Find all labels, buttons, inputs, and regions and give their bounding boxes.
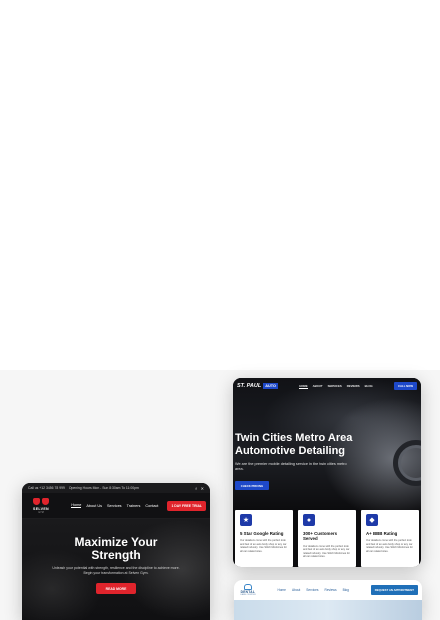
auto-nav-home[interactable]: HOME bbox=[299, 384, 308, 389]
auto-nav-services[interactable]: SERVICES bbox=[328, 384, 342, 389]
auto-navbar: ST. PAUL AUTO HOME ABOUT SERVICES REVIEW… bbox=[233, 378, 421, 394]
free-trial-button[interactable]: 1 DAY FREE TRIAL bbox=[167, 500, 206, 511]
twitter-icon[interactable]: ✕ bbox=[201, 486, 204, 491]
auto-logo[interactable]: ST. PAUL AUTO bbox=[237, 383, 278, 389]
feature-card: ★ 5 Star Google Rating Our detailers com… bbox=[235, 510, 293, 567]
star-icon: ★ bbox=[240, 514, 252, 526]
gym-navbar: SELVEN GYM Home About Us Services Traine… bbox=[22, 493, 210, 519]
gym-nav-home[interactable]: Home bbox=[71, 503, 82, 508]
gym-nav-contact[interactable]: Contact bbox=[145, 504, 158, 508]
feature-card: ◆ A+ BBB Rating Our detailers come with … bbox=[361, 510, 419, 567]
gym-headline: Maximize Your Strength bbox=[74, 535, 158, 562]
auto-feature-cards: ★ 5 Star Google Rating Our detailers com… bbox=[235, 510, 419, 567]
dental-nav-reviews[interactable]: Reviews bbox=[325, 588, 337, 592]
gym-tagline: Unleash your potential with strength, re… bbox=[52, 566, 180, 575]
car-wheel-graphic bbox=[393, 440, 421, 486]
gym-logo[interactable]: SELVEN GYM bbox=[28, 497, 54, 514]
auto-nav-reviews[interactable]: REVIEWS bbox=[347, 384, 360, 389]
facebook-icon[interactable]: f bbox=[196, 486, 197, 491]
auto-nav-blog[interactable]: BLOG bbox=[365, 384, 373, 389]
dental-nav-home[interactable]: Home bbox=[277, 588, 286, 592]
gym-phone: Call us +12 3456 78 999 bbox=[28, 486, 65, 490]
auto-tagline: We are the premier mobile detailing serv… bbox=[235, 462, 347, 471]
badge-icon: ◆ bbox=[366, 514, 378, 526]
gym-hours: Opening Hours Mon - Sun 8:30am To 11:00p… bbox=[68, 486, 139, 490]
user-icon: ● bbox=[303, 514, 315, 526]
gym-hero: Maximize Your Strength Unleash your pote… bbox=[22, 519, 210, 620]
request-appointment-button[interactable]: REQUEST AN APPOINTMENT bbox=[370, 585, 418, 595]
dental-logo[interactable]: DENTAL CARE CENTER bbox=[240, 584, 256, 596]
dental-navbar: DENTAL CARE CENTER Home About Services R… bbox=[234, 580, 422, 600]
gym-website-thumbnail[interactable]: Call us +12 3456 78 999 Opening Hours Mo… bbox=[22, 483, 210, 620]
call-now-button[interactable]: CALL NOW bbox=[393, 382, 417, 390]
dental-nav-about[interactable]: About bbox=[292, 588, 300, 592]
gym-nav-about[interactable]: About Us bbox=[86, 504, 102, 508]
check-pricing-button[interactable]: CHECK PRICING bbox=[235, 481, 269, 490]
dental-nav-blog[interactable]: Blog bbox=[343, 588, 349, 592]
gym-nav-services[interactable]: Services bbox=[107, 504, 122, 508]
gym-topbar: Call us +12 3456 78 999 Opening Hours Mo… bbox=[22, 483, 210, 493]
empty-background bbox=[0, 0, 440, 370]
auto-nav-about[interactable]: ABOUT bbox=[313, 384, 323, 389]
dental-hero bbox=[234, 600, 422, 620]
dumbbell-logo-icon bbox=[33, 497, 49, 506]
auto-detailing-website-thumbnail[interactable]: ST. PAUL AUTO HOME ABOUT SERVICES REVIEW… bbox=[233, 378, 421, 567]
feature-card: ● 300+ Customers Served Our detailers co… bbox=[298, 510, 356, 567]
dental-website-thumbnail[interactable]: DENTAL CARE CENTER Home About Services R… bbox=[234, 580, 422, 620]
read-more-button[interactable]: READ MORE bbox=[96, 583, 136, 594]
dental-nav-services[interactable]: Services bbox=[306, 588, 318, 592]
gym-nav-trainers[interactable]: Trainers bbox=[127, 504, 141, 508]
auto-headline: Twin Cities Metro Area Automotive Detail… bbox=[235, 432, 353, 457]
